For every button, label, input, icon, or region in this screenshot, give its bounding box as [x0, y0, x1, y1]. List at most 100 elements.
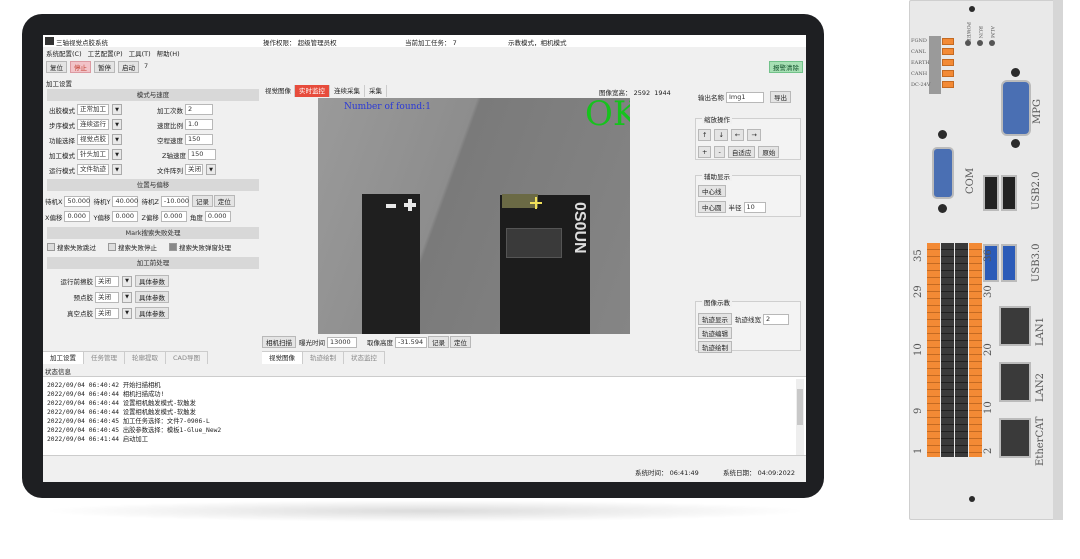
- process-settings-header: 加工设置: [46, 80, 72, 88]
- reset-button[interactable]: 复位: [46, 61, 67, 73]
- output-name-input[interactable]: Img1: [726, 91, 764, 103]
- stop-button[interactable]: 停止: [70, 61, 91, 73]
- zoom-in-button[interactable]: +: [698, 146, 712, 158]
- arrow-left-icon[interactable]: ←: [730, 129, 745, 141]
- offset-x-input[interactable]: 0.000: [64, 211, 91, 222]
- chevron-down-icon[interactable]: ▼: [122, 275, 132, 287]
- tab-task-management[interactable]: 任务管理: [84, 352, 125, 364]
- wait-z-input[interactable]: -10.000: [160, 195, 189, 207]
- idle-speed-input[interactable]: 150: [185, 134, 213, 145]
- wait-y-label: 待机Y: [93, 198, 111, 206]
- fit-button[interactable]: 自适应: [727, 146, 756, 158]
- line-width-input[interactable]: 2: [763, 313, 789, 325]
- arrow-down-icon[interactable]: ↓: [714, 129, 728, 141]
- pre-dispense-param-button[interactable]: 具体参数: [135, 291, 169, 303]
- arrow-right-icon[interactable]: →: [747, 129, 761, 141]
- screw-icon: [1011, 68, 1020, 77]
- tab-vision-image[interactable]: 视觉图像: [262, 85, 295, 97]
- tab-capture[interactable]: 采集: [365, 85, 387, 97]
- usb3-label: USB3.0: [1031, 243, 1042, 282]
- track-edit-button[interactable]: 轨迹编辑: [698, 327, 732, 339]
- start-button[interactable]: 启动: [118, 61, 139, 73]
- track-show-button[interactable]: 轨迹显示: [698, 313, 732, 325]
- pin-label: 20: [983, 343, 994, 356]
- vacuum-select[interactable]: 关闭: [95, 307, 119, 319]
- chevron-down-icon[interactable]: ▼: [112, 149, 122, 160]
- mark-stop-label[interactable]: 搜索失败停止: [118, 242, 157, 252]
- chevron-down-icon[interactable]: ▼: [112, 164, 122, 175]
- tab-live-monitor[interactable]: 实时监控: [295, 85, 330, 97]
- zoom-arrows: ↑ ↓ ← →: [698, 129, 764, 141]
- system-date: 系统日期： 04:09:2022: [723, 469, 796, 477]
- row-pre-dispense: 预点胶 关闭 ▼ 具体参数: [53, 291, 172, 303]
- alarm-clear-button[interactable]: 报警清除: [769, 61, 803, 73]
- menu-process-config[interactable]: 工艺配置(P): [88, 48, 123, 58]
- radius-input[interactable]: 10: [743, 201, 766, 213]
- original-size-button[interactable]: 原始: [758, 146, 780, 158]
- arrow-up-icon[interactable]: ↑: [698, 129, 712, 141]
- angle-input[interactable]: 0.000: [204, 211, 231, 222]
- export-button[interactable]: 导出: [770, 91, 791, 103]
- checkbox[interactable]: [108, 243, 116, 251]
- mark-plus-v: [408, 199, 412, 211]
- pin-label: 10: [913, 343, 924, 356]
- record-height-button[interactable]: 记录: [428, 336, 449, 348]
- checkbox-checked[interactable]: [169, 243, 177, 251]
- chevron-down-icon[interactable]: ▼: [112, 119, 122, 130]
- chip-pad: [506, 228, 562, 258]
- step-mode-select[interactable]: 连续运行: [77, 119, 109, 130]
- usb3-port-icon: [1001, 244, 1017, 282]
- wait-y-input[interactable]: 40.000: [112, 195, 139, 207]
- capture-height-input[interactable]: -31.594: [395, 336, 427, 348]
- zoom-out-button[interactable]: -: [714, 146, 725, 158]
- function-select[interactable]: 视觉点胶: [77, 134, 109, 145]
- process-mode-select[interactable]: 针头加工: [77, 149, 109, 160]
- locate-height-button[interactable]: 定位: [450, 336, 471, 348]
- chevron-down-icon[interactable]: ▼: [122, 307, 132, 319]
- wait-x-input[interactable]: 50.000: [64, 195, 91, 207]
- track-draw-button[interactable]: 轨迹绘制: [698, 341, 732, 353]
- pre-wipe-param-button[interactable]: 具体参数: [135, 275, 169, 287]
- exposure-input[interactable]: 13000: [327, 336, 357, 348]
- checkbox[interactable]: [47, 243, 55, 251]
- vacuum-param-button[interactable]: 具体参数: [135, 307, 169, 319]
- run-mode-select[interactable]: 文件轨迹: [77, 164, 109, 175]
- row-function: 功能选择 视觉点胶 ▼: [49, 134, 125, 145]
- locate-button[interactable]: 定位: [213, 195, 235, 207]
- menu-tools[interactable]: 工具(T): [129, 48, 151, 58]
- controller-unit: FGND CANL EARTH CANH DC-24V POWER RUN AL…: [903, 0, 1063, 520]
- tab-track-draw[interactable]: 轨迹绘制: [303, 352, 344, 364]
- io-screws-right: [955, 243, 968, 457]
- mark-popup-label[interactable]: 搜索失败弹窗处理: [179, 242, 231, 252]
- tab-status-monitor[interactable]: 状态监控: [344, 352, 385, 364]
- chevron-down-icon[interactable]: ▼: [112, 104, 122, 115]
- chevron-down-icon[interactable]: ▼: [112, 134, 122, 145]
- mark-skip-label[interactable]: 搜索失败跳过: [57, 242, 96, 252]
- z-speed-input[interactable]: 150: [187, 149, 216, 160]
- tab-cad-import[interactable]: CAD导图: [166, 352, 208, 364]
- pre-dispense-select[interactable]: 关闭: [95, 291, 119, 303]
- log-line: 2022/09/04 06:40:45 出胶参数选择：模板1-Glue_New2: [47, 427, 222, 434]
- speed-ratio-input[interactable]: 1.0: [185, 119, 213, 130]
- tab-contour-extract[interactable]: 轮廓提取: [125, 352, 166, 364]
- pause-button[interactable]: 暂停: [94, 61, 115, 73]
- tab-vision[interactable]: 视觉图像: [262, 352, 303, 364]
- log-scrollbar-thumb[interactable]: [797, 389, 803, 425]
- radius-label: 半径: [728, 204, 742, 212]
- menu-system-config[interactable]: 系统配置(C): [46, 48, 82, 58]
- tab-process-settings[interactable]: 加工设置: [43, 352, 84, 364]
- tab-continuous-capture[interactable]: 连续采集: [330, 85, 365, 97]
- file-array-select[interactable]: 关闭: [185, 164, 203, 175]
- menu-help[interactable]: 帮助(H): [157, 48, 180, 58]
- center-line-button[interactable]: 中心线: [698, 185, 726, 197]
- center-circle-button[interactable]: 中心圆: [698, 201, 726, 213]
- camera-scan-button[interactable]: 相机扫描: [262, 336, 296, 348]
- count-input[interactable]: 2: [185, 104, 213, 115]
- offset-y-input[interactable]: 0.000: [112, 211, 139, 222]
- pre-wipe-select[interactable]: 关闭: [95, 275, 119, 287]
- chevron-down-icon[interactable]: ▼: [122, 291, 132, 303]
- dispense-mode-select[interactable]: 正常加工: [77, 104, 109, 115]
- record-button[interactable]: 记录: [191, 195, 213, 207]
- chevron-down-icon[interactable]: ▼: [206, 164, 216, 175]
- offset-z-input[interactable]: 0.000: [160, 211, 187, 222]
